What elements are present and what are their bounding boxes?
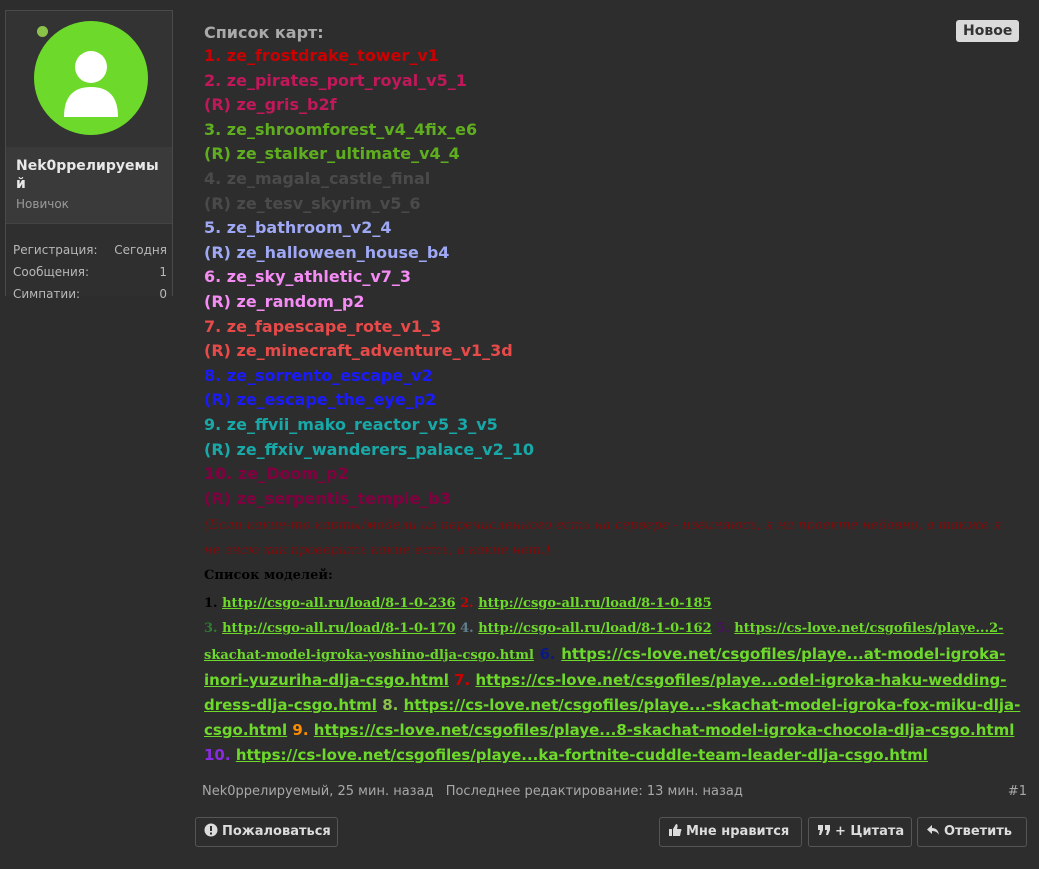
stat-registration: Регистрация: Сегодня bbox=[13, 240, 167, 260]
map-item: (R) ze_halloween_house_b4 bbox=[204, 242, 450, 262]
note-line: не знаю как проверить какие есть, а каки… bbox=[204, 543, 551, 559]
map-item: (R) ze_tesv_skyrim_v5_6 bbox=[204, 193, 421, 213]
report-label: Пожаловаться bbox=[222, 824, 331, 839]
like-button[interactable]: Мне нравится bbox=[659, 817, 802, 847]
model-link[interactable]: dress-dlja-csgo.html bbox=[204, 696, 377, 714]
user-silhouette-icon bbox=[64, 51, 118, 117]
model-number: 5. bbox=[716, 621, 730, 637]
quote-label: + Цитата bbox=[835, 824, 905, 839]
model-link[interactable]: https://cs-love.net/csgofiles/playe...ka… bbox=[236, 746, 928, 764]
model-link[interactable]: inori-yuzuriha-dlja-csgo.html bbox=[204, 671, 449, 689]
stat-label: Сообщения: bbox=[13, 265, 90, 279]
model-link[interactable]: http://csgo-all.ru/load/8-1-0-236 bbox=[222, 596, 455, 611]
stat-label: Регистрация: bbox=[13, 243, 98, 257]
map-item: 3. ze_shroomforest_v4_4fix_e6 bbox=[204, 119, 478, 139]
maps-list: 1. ze_frostdrake_tower_v1 2. ze_pirates_p… bbox=[204, 44, 1034, 511]
username-link[interactable]: Nek0ррелируемый bbox=[16, 157, 164, 193]
model-link[interactable]: http://csgo-all.ru/load/8-1-0-162 bbox=[478, 621, 711, 636]
model-number: 9. bbox=[292, 721, 309, 740]
stat-label: Симпатии: bbox=[13, 287, 81, 301]
stat-likes: Симпатии: 0 bbox=[13, 284, 167, 304]
map-item: 10. ze_Doom_p2 bbox=[204, 464, 349, 484]
map-item: 7. ze_fapescape_rote_v1_3 bbox=[204, 316, 442, 336]
model-number: 6. bbox=[539, 645, 556, 664]
model-link[interactable]: skachat-model-igroka-yoshino-dlja-csgo.h… bbox=[204, 648, 534, 663]
map-item: 8. ze_sorrento_escape_v2 bbox=[204, 365, 433, 385]
post-author-time-link[interactable]: Nek0ррелируемый, 25 мин. назад bbox=[202, 784, 434, 799]
model-number: 3. bbox=[204, 621, 218, 637]
note-line: (Если какие-то карты/модели из перечисле… bbox=[204, 518, 1002, 534]
post-number-link[interactable]: #1 bbox=[1008, 784, 1027, 799]
map-item: (R) ze_stalker_ultimate_v4_4 bbox=[204, 144, 460, 164]
map-item: 2. ze_pirates_port_royal_v5_1 bbox=[204, 70, 467, 90]
model-number: 7. bbox=[454, 671, 471, 690]
model-link[interactable]: http://csgo-all.ru/load/8-1-0-170 bbox=[222, 621, 455, 636]
stat-value[interactable]: 1 bbox=[159, 262, 167, 282]
models-line: inori-yuzuriha-dlja-csgo.html 7. https:/… bbox=[204, 668, 1007, 693]
online-status-icon bbox=[37, 26, 48, 37]
model-link[interactable]: https://cs-love.net/csgofiles/playe...8-… bbox=[314, 721, 1015, 739]
models-line: csgo.html 9. https://cs-love.net/csgofil… bbox=[204, 718, 1014, 743]
models-line: 1. http://csgo-all.ru/load/8-1-0-236 2. … bbox=[204, 591, 1004, 616]
map-item: (R) ze_serpentis_temple_b3 bbox=[204, 488, 451, 508]
stat-messages: Сообщения: 1 bbox=[13, 262, 167, 282]
models-line: skachat-model-igroka-yoshino-dlja-csgo.h… bbox=[204, 641, 1005, 668]
user-stats: Регистрация: Сегодня Сообщения: 1 Симпат… bbox=[6, 223, 172, 301]
report-button[interactable]: Пожаловаться bbox=[195, 817, 338, 847]
model-number: 8. bbox=[382, 696, 399, 715]
avatar-zone bbox=[6, 11, 172, 147]
map-item: 6. ze_sky_athletic_v7_3 bbox=[204, 267, 412, 287]
thumbs-up-icon bbox=[668, 823, 682, 837]
reply-label: Ответить bbox=[944, 824, 1013, 839]
map-item: 1. ze_frostdrake_tower_v1 bbox=[204, 46, 439, 65]
model-number: 10. bbox=[204, 746, 231, 765]
reply-button[interactable]: Ответить bbox=[917, 817, 1027, 847]
models-line: 3. http://csgo-all.ru/load/8-1-0-170 4. … bbox=[204, 616, 1004, 641]
map-item: (R) ze_gris_b2f bbox=[204, 95, 337, 115]
map-item: (R) ze_ffxiv_wanderers_palace_v2_10 bbox=[204, 439, 534, 459]
map-item: (R) ze_random_p2 bbox=[204, 291, 365, 311]
stat-value: Сегодня bbox=[114, 243, 167, 257]
model-link[interactable]: https://cs-love.net/csgofiles/playe...-s… bbox=[404, 696, 1021, 714]
message-body: Список карт: 1. ze_frostdrake_tower_v1 2.… bbox=[204, 22, 1034, 768]
map-item: 9. ze_ffvii_mako_reactor_v5_3_v5 bbox=[204, 414, 498, 434]
maps-header: Список карт: bbox=[204, 23, 324, 42]
map-item: (R) ze_escape_the_eye_p2 bbox=[204, 390, 437, 410]
model-link[interactable]: https://cs-love.net/csgofiles/playe...od… bbox=[475, 671, 1006, 689]
model-link[interactable]: https://cs-love.net/csgofiles/playe...at… bbox=[561, 645, 1005, 663]
avatar[interactable] bbox=[34, 21, 148, 135]
models-list: 1. http://csgo-all.ru/load/8-1-0-236 2. … bbox=[204, 591, 1020, 768]
model-link[interactable]: https://cs-love.net/csgofiles/playe...2- bbox=[734, 621, 1003, 636]
map-item: 5. ze_bathroom_v2_4 bbox=[204, 218, 392, 238]
models-line: 10. https://cs-love.net/csgofiles/playe.… bbox=[204, 743, 1004, 768]
map-item: (R) ze_minecraft_adventure_v1_3d bbox=[204, 341, 513, 361]
model-link[interactable]: csgo.html bbox=[204, 721, 287, 739]
reply-arrow-icon bbox=[926, 823, 940, 837]
forum-post: Nek0ррелируемый Новичок Регистрация: Сег… bbox=[0, 0, 1039, 869]
quote-icon bbox=[817, 823, 831, 837]
model-number: 4. bbox=[460, 621, 474, 637]
models-header: Список моделей: bbox=[204, 568, 333, 584]
stat-value: 0 bbox=[159, 287, 167, 301]
post-meta: Nek0ррелируемый, 25 мин. назад Последнее… bbox=[202, 784, 751, 799]
quote-button[interactable]: + Цитата bbox=[808, 817, 912, 847]
warning-icon bbox=[204, 823, 218, 837]
map-item: 4. ze_magala_castle_final bbox=[204, 168, 431, 188]
disclaimer-note: (Если какие-то карты/модели из перечисле… bbox=[204, 513, 1004, 563]
user-title: Новичок bbox=[16, 197, 69, 211]
model-number: 1. bbox=[204, 596, 218, 612]
model-number: 2. bbox=[460, 596, 474, 612]
user-card: Nek0ррелируемый Новичок Регистрация: Сег… bbox=[5, 10, 173, 301]
models-line: dress-dlja-csgo.html 8. https://cs-love.… bbox=[204, 693, 1020, 718]
post-edited-info: Последнее редактирование: 13 мин. назад bbox=[445, 784, 743, 799]
model-link[interactable]: http://csgo-all.ru/load/8-1-0-185 bbox=[478, 596, 711, 611]
like-label: Мне нравится bbox=[686, 824, 790, 839]
